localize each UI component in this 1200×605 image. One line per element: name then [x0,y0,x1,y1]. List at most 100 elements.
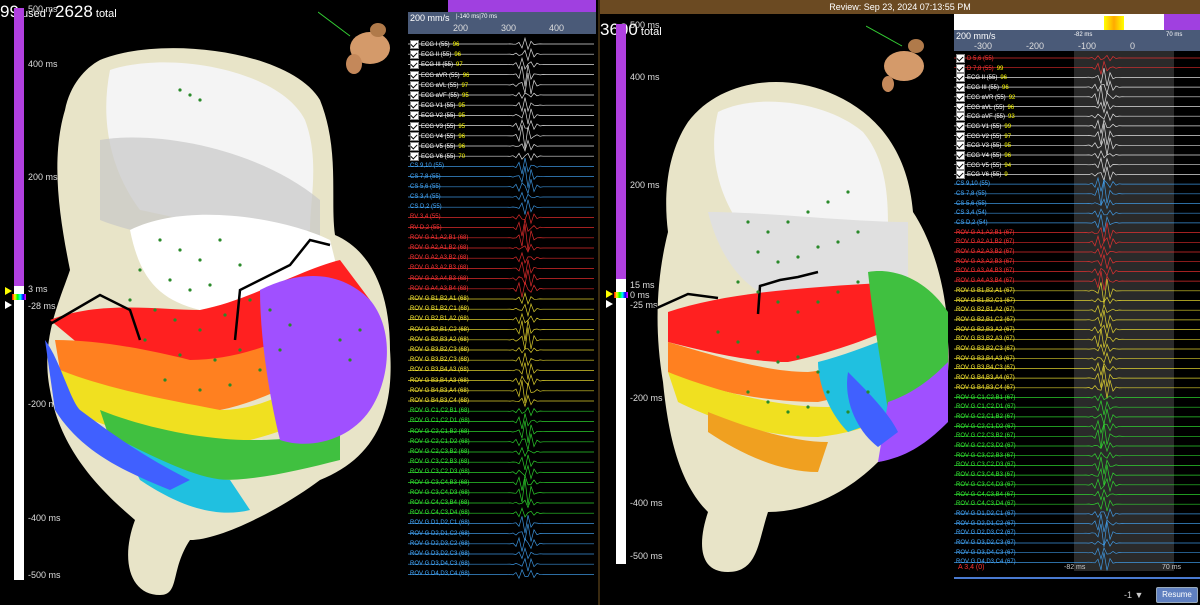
window-bar[interactable] [448,0,596,12]
channel-checkbox[interactable] [956,63,965,73]
channel-row[interactable]: ROV G B2,B3,A2 (68) [410,336,469,344]
channel-checkbox[interactable] [956,131,965,141]
channel-row[interactable]: CS 3,4 (54) [956,209,987,217]
window-bar[interactable] [1164,14,1200,30]
channel-row[interactable]: ROV G C3,C4,B3 (67) [956,471,1015,479]
channel-checkbox[interactable] [410,70,419,80]
channel-row[interactable]: ROV G D2,D3,C2 (68) [410,540,470,548]
channel-row[interactable]: ROV G C3,C2,B3 (67) [956,452,1015,460]
channel-row[interactable]: ECG aVF (55) 95 [410,91,469,100]
channel-row[interactable]: ROV G B3,B4,A3 (67) [956,355,1015,363]
channel-row[interactable]: ECG V6 (55) 9 [956,170,1008,180]
channel-row[interactable]: ROV G A1,A2,B1 (67) [956,229,1014,237]
channel-checkbox[interactable] [410,40,419,49]
channel-row[interactable]: ROV G B4,B3,C4 (68) [410,397,469,405]
channel-row[interactable]: ECG V6 (55) 70 [410,152,465,162]
channel-row[interactable]: ROV G C2,C3,B2 (68) [410,448,469,456]
channel-row[interactable]: ROV G B3,B2,C3 (68) [410,346,469,354]
channel-checkbox[interactable] [956,92,965,102]
channel-row[interactable]: ROV G B2,B1,A2 (68) [410,315,469,323]
channel-row[interactable]: ROV G A4,A3,B4 (67) [956,277,1014,285]
channel-row[interactable]: ECG aVL (55) 97 [410,80,468,90]
slider-handle-lower[interactable] [606,300,613,308]
channel-checkbox[interactable] [956,54,965,63]
channel-row[interactable]: ROV G C3,C2,D3 (68) [410,468,470,476]
channel-checkbox[interactable] [410,142,419,151]
channel-checkbox[interactable] [410,152,419,162]
channel-row[interactable]: ROV G C4,C3,D4 (68) [410,509,470,517]
window-marker[interactable] [1104,16,1124,30]
channel-row[interactable]: ROV G D3,D4,C3 (68) [410,560,470,568]
channel-checkbox[interactable] [956,160,965,170]
channel-row[interactable]: RV 3,4 (55) [410,213,441,221]
channel-row[interactable]: ROV G C2,C3,D2 (67) [956,442,1016,450]
lat-map[interactable] [648,72,968,582]
channel-checkbox[interactable] [410,121,419,131]
channel-row[interactable]: CS 7,8 (55) [956,190,987,198]
channel-row[interactable]: ECG aVF (55) 93 [956,112,1015,122]
channel-row[interactable]: ROV G A2,A1,B2 (68) [410,244,468,252]
channel-row[interactable]: ROV G C2,C1,B2 (68) [410,428,469,436]
channel-row[interactable]: ECG V3 (55) 95 [956,141,1011,151]
channel-row[interactable]: ROV G C3,C2,B3 (68) [410,458,469,466]
channel-checkbox[interactable] [956,170,965,180]
ecg-trace-panel[interactable]: 200 mm/s -82 ms 70 ms -300 -200 -100 0 D… [954,14,1200,605]
channel-row[interactable]: ECG V2 (55) 97 [956,131,1011,141]
channel-row[interactable]: ROV G B3,B2,A3 (67) [956,335,1015,343]
channel-row[interactable]: ECG V4 (55) 96 [410,131,465,141]
channel-row[interactable]: CS 5,6 (55) [956,200,987,208]
channel-row[interactable]: ECG V4 (55) 96 [956,151,1011,160]
channel-row[interactable]: ROV G D3,D2,C3 (67) [956,539,1016,547]
channel-row[interactable]: ECG V3 (55) 95 [410,121,465,131]
slider-handle-lower[interactable] [5,301,12,309]
channel-row[interactable]: CS 5,6 (55) [410,183,441,191]
slider-handle-upper[interactable] [606,290,613,298]
channel-row[interactable]: ROV G C3,C2,D3 (67) [956,461,1016,469]
channel-checkbox[interactable] [410,60,419,70]
channel-checkbox[interactable] [410,131,419,141]
channel-row[interactable]: ROV G B3,B2,C3 (67) [956,345,1015,353]
channel-row[interactable]: ROV G B1,B2,C1 (67) [956,297,1015,305]
channel-row[interactable]: ROV G B4,B3,A4 (67) [956,374,1015,382]
channel-checkbox[interactable] [956,141,965,151]
channel-row[interactable]: ROV G A2,A1,B2 (67) [956,238,1014,246]
channel-row[interactable]: CS 9,10 (55) [410,162,444,170]
channel-row[interactable]: CS D,2 (55) [410,203,442,211]
channel-row[interactable]: ECG V5 (55) 94 [956,160,1011,170]
channel-row[interactable]: ROV G B2,B1,C2 (68) [410,326,469,334]
channel-row[interactable]: ROV G C1,C2,B1 (68) [410,407,469,415]
channel-row[interactable]: ROV G D2,D1,C2 (68) [410,530,470,538]
speed-label[interactable]: 200 mm/s [956,31,996,41]
slider-handle-upper[interactable] [5,287,12,295]
window-header[interactable] [954,14,1200,30]
timeline-scrollbar[interactable] [954,577,1200,579]
channel-row[interactable]: ROV G C1,C2,B1 (67) [956,394,1015,402]
channel-row[interactable]: ROV G B3,B4,C3 (67) [956,364,1015,372]
channel-row[interactable]: ROV G B3,B2,C3 (68) [410,356,469,364]
channel-row[interactable]: ECG V2 (55) 95 [410,111,465,121]
resume-button[interactable]: Resume [1156,587,1198,603]
channel-row[interactable]: ROV G B3,B4,A3 (68) [410,377,469,385]
channel-row[interactable]: ROV G A4,A3,B4 (68) [410,285,468,293]
channel-row[interactable]: ECG II (55) 96 [956,73,1007,83]
channel-row[interactable]: ROV G C3,C4,D3 (68) [410,489,470,497]
channel-row[interactable]: ECG V1 (55) 95 [410,101,465,111]
channel-row[interactable]: ROV G D3,D4,C3 (67) [956,549,1016,557]
channel-checkbox[interactable] [410,101,419,111]
channel-row[interactable]: ROV G D2,D3,C2 (67) [956,529,1016,537]
channel-row[interactable]: ROV G D2,D1,C2 (67) [956,520,1016,528]
channel-row[interactable]: D 7,8 (55) 99 [956,63,1003,73]
channel-row[interactable]: ROV G A3,A4,B3 (68) [410,275,468,283]
channel-checkbox[interactable] [410,91,419,100]
channel-row[interactable]: ROV G D1,D2,C1 (67) [956,510,1016,518]
channel-row[interactable]: ROV G B2,B3,A2 (67) [956,326,1015,334]
channel-checkbox[interactable] [956,112,965,122]
channel-row[interactable]: ROV G D3,D2,C3 (68) [410,550,470,558]
channel-row[interactable]: ECG I (55) 96 [410,40,459,49]
channel-row[interactable]: ROV G A3,A2,B3 (67) [956,258,1014,266]
channel-row[interactable]: CS 9,10 (55) [956,180,990,188]
channel-row[interactable]: ECG aVR (55) 96 [410,70,469,80]
channel-row[interactable]: ROV G B4,B3,A4 (68) [410,387,469,395]
channel-row[interactable]: ROV G A2,A3,B2 (68) [410,254,468,262]
channel-row[interactable]: ROV G B1,B2,C1 (68) [410,305,469,313]
